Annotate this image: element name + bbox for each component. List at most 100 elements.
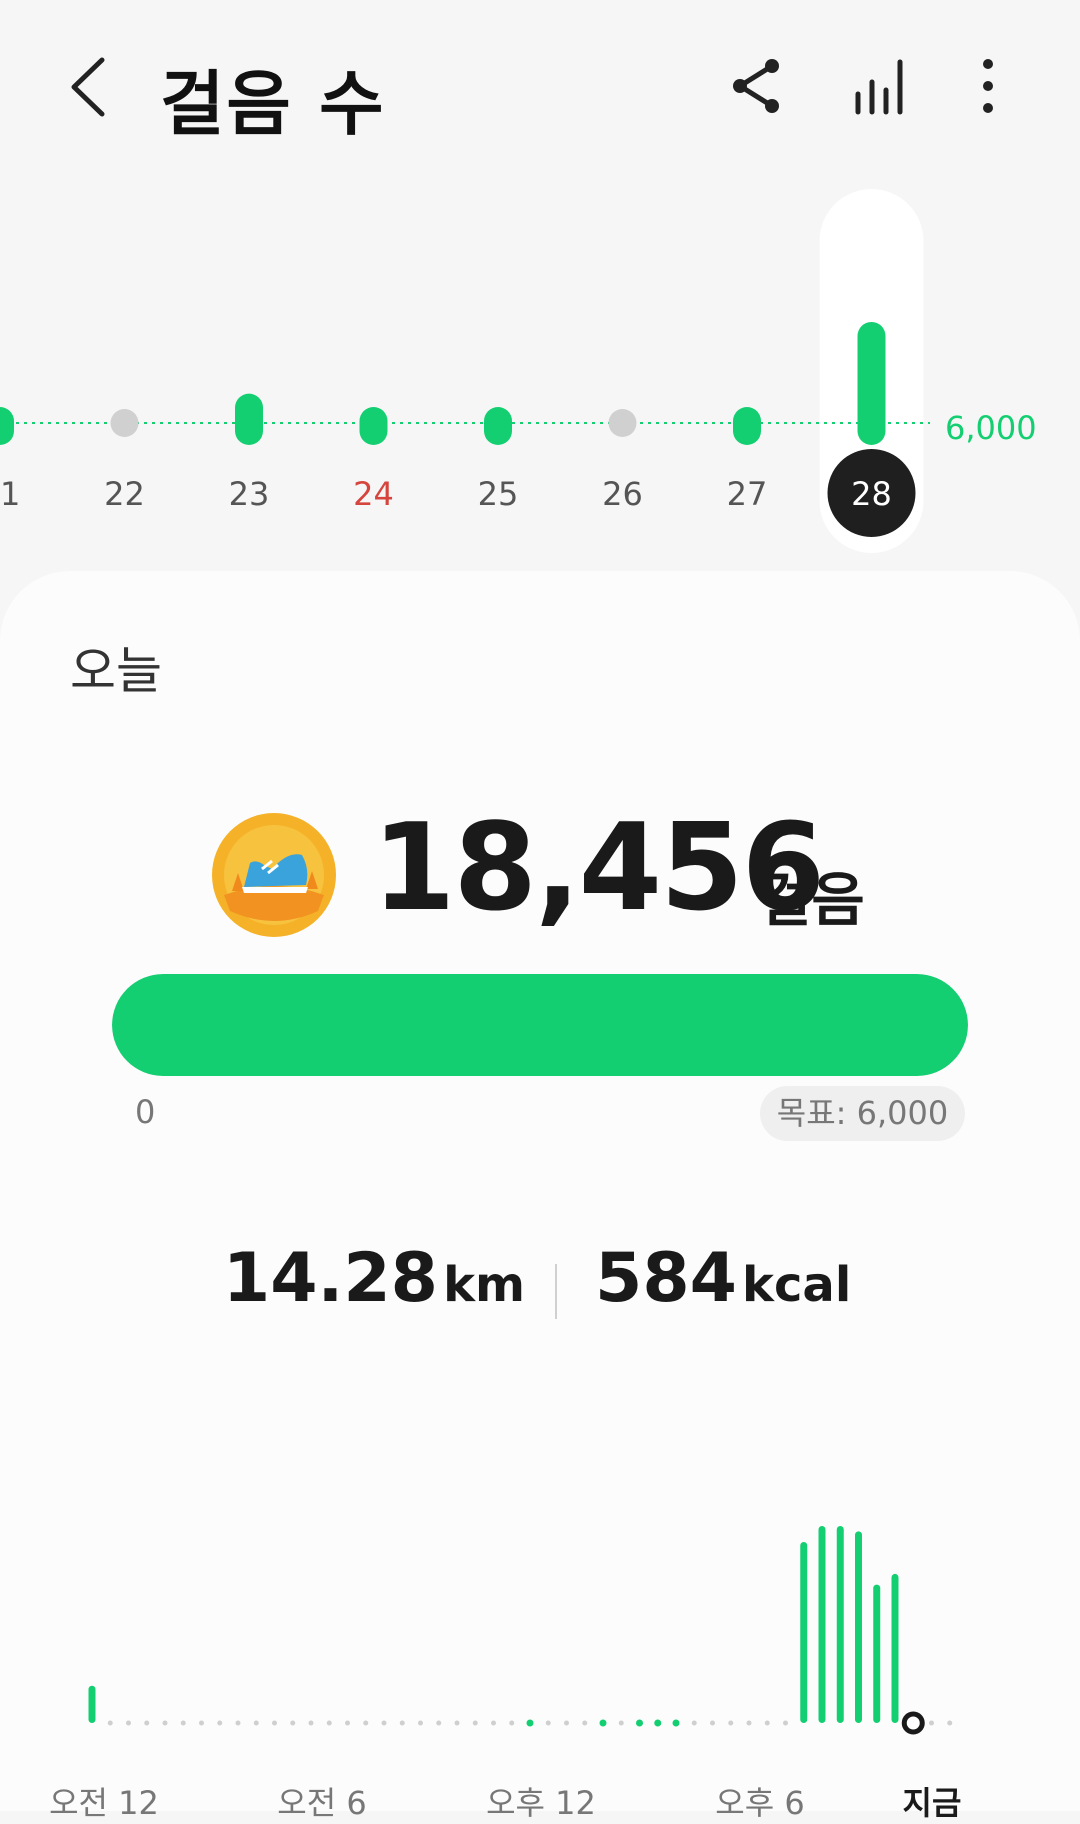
day-bar [857, 321, 886, 445]
empty-slot-dot [710, 1720, 715, 1726]
hourly-xlabel: 오후 6 [715, 1784, 805, 1822]
hour-bar [873, 1584, 881, 1723]
day-label: 26 [602, 475, 643, 513]
empty-slot-dot [235, 1720, 241, 1726]
no-data-dot [110, 409, 139, 437]
hour-bar [800, 1541, 808, 1723]
empty-slot-dot [947, 1720, 953, 1726]
empty-slot-dot [436, 1720, 442, 1726]
empty-slot-dot [290, 1720, 296, 1726]
day-label: 28 [851, 475, 892, 513]
steps-unit: 걸음 [758, 866, 865, 934]
day-label: 25 [478, 475, 519, 513]
more-options-icon [983, 59, 993, 113]
empty-slot-dot [929, 1720, 934, 1726]
low-activity-dot [526, 1719, 534, 1727]
low-activity-dot [654, 1719, 662, 1727]
low-activity-dot [672, 1719, 680, 1727]
empty-slot-dot [764, 1720, 770, 1726]
empty-slot-dot [564, 1720, 569, 1726]
empty-slot-dot [491, 1720, 496, 1726]
empty-slot-dot [217, 1720, 223, 1726]
day-bar [0, 407, 14, 445]
empty-slot-dot [783, 1720, 788, 1726]
hourly-xlabel: 오전 6 [277, 1784, 367, 1822]
hourly-xlabel: 오후 12 [486, 1784, 596, 1822]
empty-slot-dot [253, 1720, 259, 1726]
empty-slot-dot [272, 1720, 277, 1726]
low-activity-dot [636, 1719, 643, 1727]
hour-bar [855, 1531, 862, 1723]
low-activity-dot [599, 1719, 607, 1727]
empty-slot-dot [454, 1720, 460, 1726]
hour-bar [836, 1526, 844, 1723]
hourly-chart-svg [88, 1526, 953, 1735]
goal-line-label: 6,000 [945, 409, 1037, 447]
empty-slot-dot [345, 1720, 350, 1726]
calories-stat: 584 kcal [595, 1239, 851, 1318]
day-bar [484, 407, 512, 445]
empty-slot-dot [509, 1720, 515, 1726]
day-label: 22 [104, 475, 145, 513]
empty-slot-dot [545, 1720, 551, 1726]
bar-chart-icon [855, 59, 903, 115]
goal-badge[interactable]: 목표: 6,000 [760, 1086, 965, 1141]
progress-start-label: 0 [135, 1093, 156, 1131]
steps-count: 18,456 [372, 799, 825, 938]
hourly-xlabel: 오전 12 [49, 1784, 159, 1822]
goal-badge-icon [212, 813, 336, 937]
hour-bar [88, 1685, 96, 1723]
empty-slot-dot [418, 1720, 423, 1726]
today-label: 오늘 [70, 642, 162, 700]
hourly-steps-chart[interactable]: 오전 12 오전 6 오후 12 오후 6 지금 [0, 1426, 1080, 1822]
empty-slot-dot [326, 1720, 332, 1726]
trends-button[interactable] [850, 54, 914, 118]
day-label: 24 [353, 475, 394, 513]
day-label: 21 [0, 475, 20, 513]
day-bar [733, 407, 761, 445]
back-arrow-icon [71, 57, 105, 117]
no-data-dot [608, 409, 637, 437]
empty-slot-dot [582, 1720, 588, 1726]
distance-stat: 14.28 km [223, 1239, 525, 1318]
day-label: 27 [727, 475, 768, 513]
empty-slot-dot [180, 1720, 186, 1726]
empty-slot-dot [363, 1720, 369, 1726]
more-options-button[interactable] [956, 54, 1020, 118]
distance-value: 14.28 [222, 1239, 438, 1318]
empty-slot-dot [199, 1720, 204, 1726]
share-icon [733, 59, 779, 113]
day-bar [235, 393, 263, 445]
day-label: 23 [229, 475, 270, 513]
goal-progress-fill [112, 974, 968, 1076]
empty-slot-dot [691, 1720, 697, 1726]
page-title: 걸음 수 [160, 63, 386, 145]
now-marker [901, 1711, 925, 1735]
empty-slot-dot [381, 1720, 387, 1726]
empty-slot-dot [728, 1720, 734, 1726]
today-card: 오늘 18,456 걸음 0 목표: 6,000 14.28 km 584 kc… [0, 571, 1080, 1822]
calories-unit: kcal [742, 1257, 852, 1313]
empty-slot-dot [107, 1720, 113, 1726]
empty-slot-dot [162, 1720, 168, 1726]
empty-slot-dot [308, 1720, 314, 1726]
empty-slot-dot [472, 1720, 478, 1726]
hourly-xlabel-now: 지금 [902, 1784, 962, 1822]
empty-slot-dot [399, 1720, 405, 1726]
empty-slot-dot [126, 1720, 131, 1726]
weekly-chart-svg: 6,000 21 22 23 24 25 26 27 28 [0, 189, 1037, 553]
hour-bar [891, 1573, 899, 1723]
share-button[interactable] [726, 54, 790, 118]
stats-row: 14.28 km 584 kcal [0, 1239, 1080, 1329]
weekly-steps-chart[interactable]: 6,000 21 22 23 24 25 26 27 28 [0, 175, 1080, 555]
distance-unit: km [443, 1257, 525, 1313]
empty-slot-dot [144, 1720, 150, 1726]
empty-slot-dot [618, 1720, 624, 1726]
app-bar: 걸음 수 [0, 0, 1080, 175]
back-button[interactable] [62, 52, 122, 122]
goal-progress-bar [112, 974, 968, 1076]
empty-slot-dot [746, 1720, 752, 1726]
stats-divider [555, 1264, 557, 1319]
day-bar [359, 407, 388, 445]
calories-value: 584 [595, 1239, 737, 1318]
